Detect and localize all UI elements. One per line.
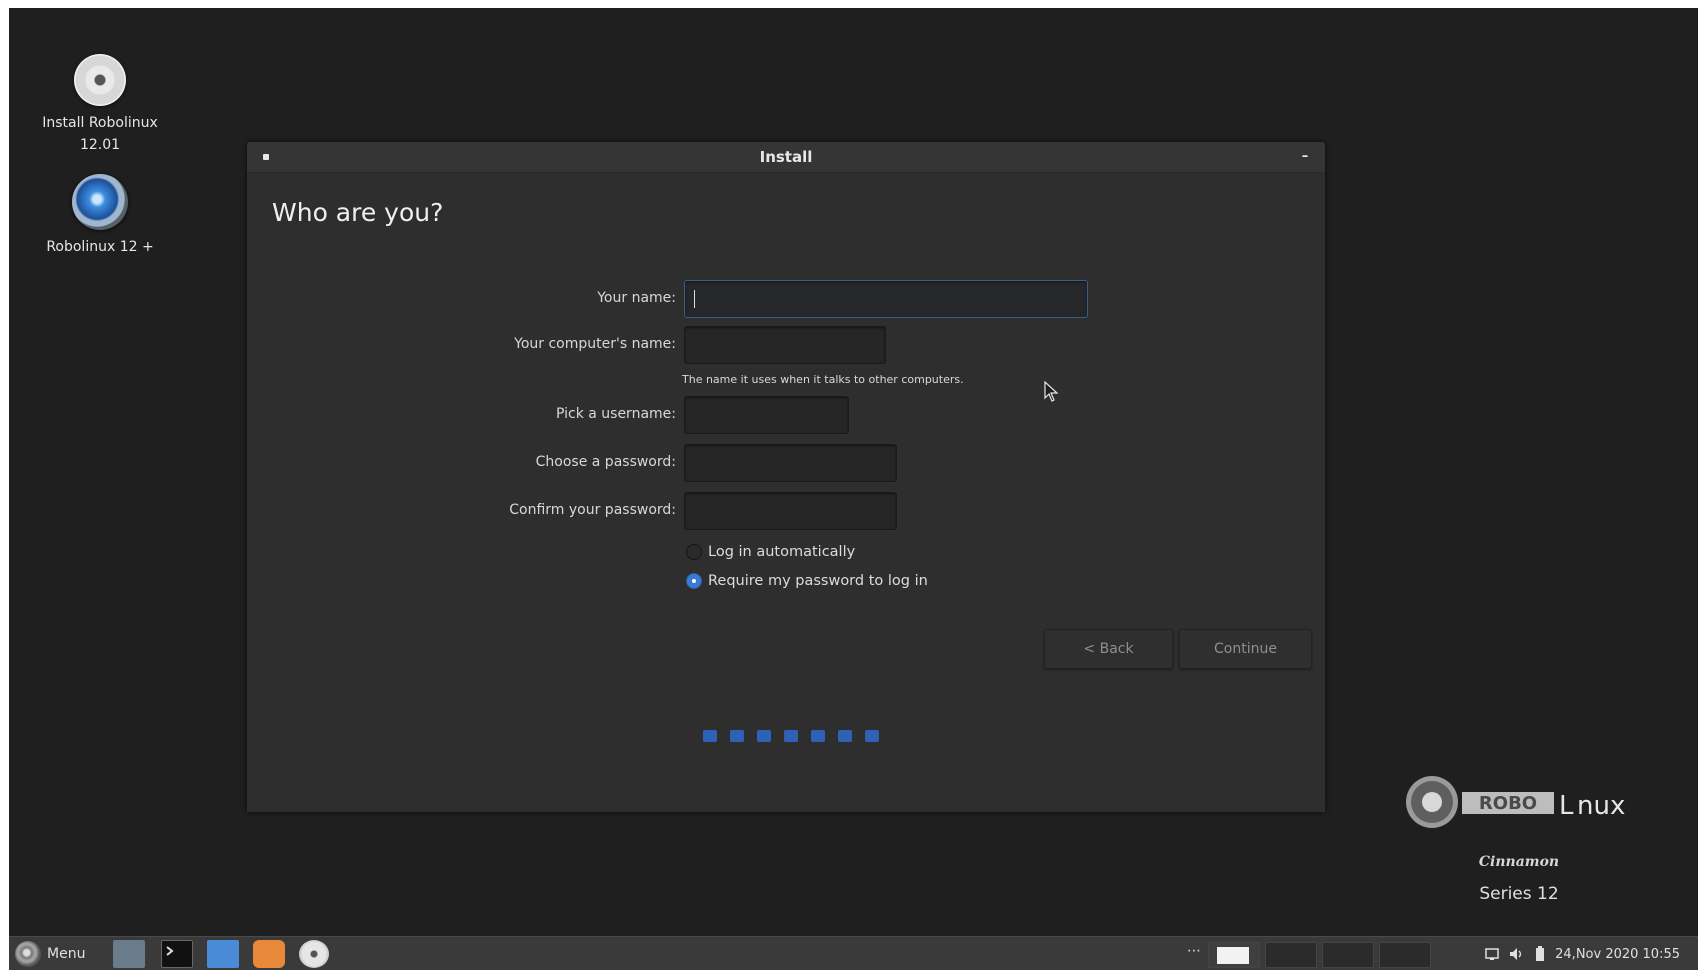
menu-label: Menu xyxy=(47,946,86,962)
confirm-password-label: Confirm your password: xyxy=(509,502,676,518)
disc-icon xyxy=(74,54,126,106)
username-field[interactable] xyxy=(684,396,849,434)
desktop: Install Robolinux 12.01 Robolinux 12 + I… xyxy=(9,8,1698,970)
progress-dot xyxy=(757,730,771,742)
desktop-icon-label: Install Robolinux xyxy=(42,115,158,131)
network-icon[interactable] xyxy=(1485,947,1499,961)
terminal-prompt-icon xyxy=(166,946,174,956)
password-field[interactable] xyxy=(684,444,897,482)
desktop-icon-label-version: 12.01 xyxy=(79,137,121,153)
progress-dot xyxy=(703,730,717,742)
edition-label: Cinnamon xyxy=(1478,854,1560,870)
files-icon[interactable] xyxy=(207,940,239,968)
back-button[interactable]: < Back xyxy=(1044,629,1173,669)
login-automatically-radio[interactable] xyxy=(686,544,702,560)
svg-text:ROBO: ROBO xyxy=(1479,793,1537,814)
battery-icon[interactable] xyxy=(1535,946,1545,962)
progress-dot xyxy=(838,730,852,742)
minimize-icon[interactable]: – xyxy=(1299,150,1311,163)
name-field[interactable] xyxy=(684,280,1088,318)
login-automatically-option[interactable]: Log in automatically xyxy=(686,542,855,562)
page-title: Who are you? xyxy=(272,198,444,227)
terminal-icon[interactable] xyxy=(161,940,193,968)
menu-button[interactable]: Menu xyxy=(15,940,110,968)
desktop-icon-robolinux[interactable]: Robolinux 12 + xyxy=(25,174,175,258)
clock[interactable]: 24,Nov 2020 10:55 xyxy=(1555,947,1680,962)
install-window: Install – Who are you? Your name: Your c… xyxy=(247,142,1325,812)
overflow-icon[interactable]: ⋯ xyxy=(1187,943,1201,959)
computer-name-label: Your computer's name: xyxy=(514,336,676,352)
workspace-window-preview xyxy=(1217,947,1249,964)
show-desktop-icon[interactable] xyxy=(113,940,145,968)
require-password-label: Require my password to log in xyxy=(708,573,928,589)
progress-dot xyxy=(865,730,879,742)
progress-dots xyxy=(703,730,879,742)
require-password-option[interactable]: Require my password to log in xyxy=(686,571,928,591)
progress-dot xyxy=(730,730,744,742)
workspace-4[interactable] xyxy=(1379,942,1431,968)
robolinux-logo-icon xyxy=(72,174,128,230)
mouse-pointer-icon xyxy=(1044,381,1059,402)
desktop-icon-label: Robolinux 12 + xyxy=(46,239,154,255)
firefox-icon[interactable] xyxy=(253,940,285,968)
continue-button[interactable]: Continue xyxy=(1179,629,1312,669)
window-titlebar[interactable]: Install – xyxy=(247,142,1325,173)
svg-text:nux: nux xyxy=(1577,791,1625,821)
taskbar: Menu ⋯ 24,Nov 2020 10:55 xyxy=(9,936,1698,970)
series-label: Series 12 xyxy=(1479,884,1559,904)
login-automatically-label: Log in automatically xyxy=(708,544,856,560)
workspace-1[interactable] xyxy=(1208,942,1260,968)
robolinux-logo-icon: ROBO L nux xyxy=(1406,776,1625,828)
workspace-2[interactable] xyxy=(1265,942,1317,968)
desktop-icon-install[interactable]: Install Robolinux 12.01 xyxy=(25,54,175,156)
password-label: Choose a password: xyxy=(535,454,676,470)
progress-dot xyxy=(784,730,798,742)
system-tray: 24,Nov 2020 10:55 xyxy=(1485,940,1680,968)
svg-text:L: L xyxy=(1559,791,1574,821)
menu-logo-icon xyxy=(15,941,41,967)
confirm-password-field[interactable] xyxy=(684,492,897,530)
workspace-3[interactable] xyxy=(1322,942,1374,968)
computer-name-field[interactable] xyxy=(684,326,886,364)
install-disc-icon[interactable] xyxy=(299,940,329,968)
computer-name-hint: The name it uses when it talks to other … xyxy=(682,373,964,386)
window-title: Install xyxy=(759,148,813,166)
volume-icon[interactable] xyxy=(1509,947,1525,961)
progress-dot xyxy=(811,730,825,742)
text-cursor xyxy=(694,290,695,308)
username-label: Pick a username: xyxy=(555,406,676,422)
name-label: Your name: xyxy=(597,290,676,306)
robolinux-branding: ROBO L nux Cinnamon Series 12 xyxy=(1404,774,1634,924)
require-password-radio[interactable] xyxy=(686,573,702,589)
